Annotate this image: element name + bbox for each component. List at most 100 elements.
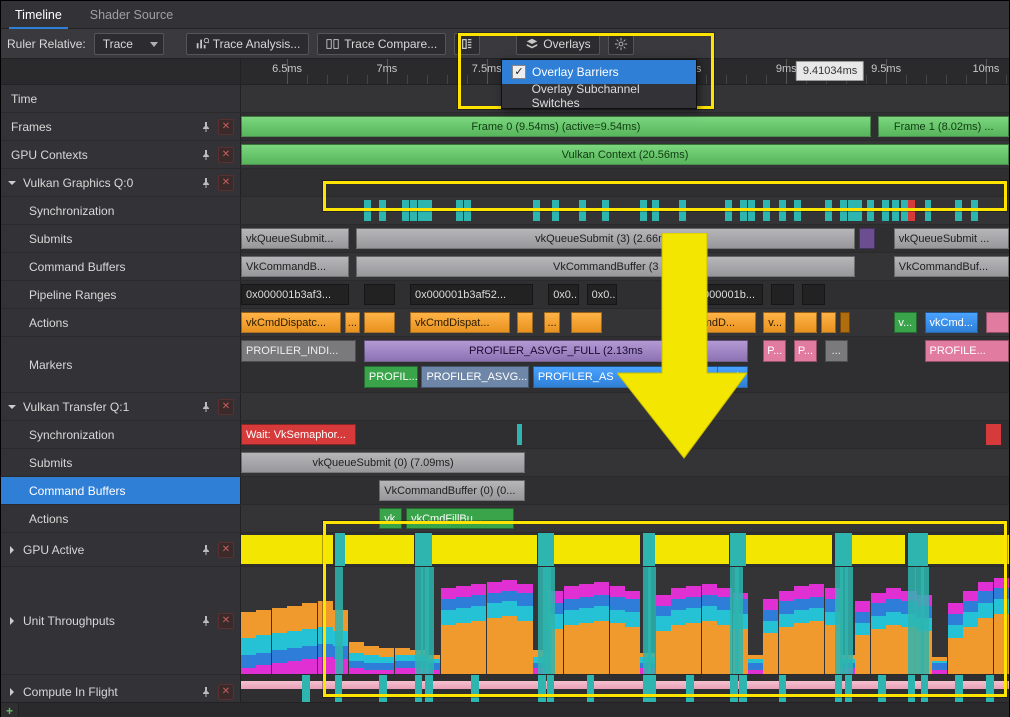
- overlays-settings-button[interactable]: [608, 33, 634, 55]
- chevron-down-icon[interactable]: [7, 402, 17, 412]
- cmdbuf-block[interactable]: VkCommandB...: [241, 256, 349, 277]
- pin-icon[interactable]: [198, 613, 214, 629]
- row-cmdbuf-t-lane[interactable]: VkCommandBuffer (0) (0...: [241, 477, 1009, 504]
- marker-block[interactable]: ...: [825, 340, 848, 362]
- row-actions-t-lane[interactable]: vk... vkCmdFillBu...: [241, 505, 1009, 532]
- trace-analysis-button[interactable]: Trace Analysis...: [186, 33, 310, 55]
- row-compute-lane[interactable]: [241, 675, 1009, 702]
- action-block[interactable]: vkCmd...: [925, 312, 979, 333]
- row-actions-lane[interactable]: vkCmdDispatc... ... vkCmdDispat... ... v…: [241, 309, 1009, 336]
- submit-block[interactable]: vkQueueSubmit...: [241, 228, 349, 249]
- frame-block-0[interactable]: Frame 0 (9.54ms) (active=9.54ms): [241, 116, 871, 137]
- pipeline-block[interactable]: 0x000001b3af52...: [410, 284, 533, 305]
- action-block[interactable]: [821, 312, 836, 333]
- marker-sub-block[interactable]: PROFILER_AS: [533, 366, 740, 388]
- overlay-barriers-item[interactable]: ✓ Overlay Barriers: [502, 60, 696, 84]
- marker-block[interactable]: P...: [794, 340, 817, 362]
- row-frames-lane[interactable]: Frame 0 (9.54ms) (active=9.54ms) Frame 1…: [241, 113, 1009, 140]
- row-pipeline-lane[interactable]: 0x000001b3af3... 0x000001b3af52... 0x0..…: [241, 281, 1009, 308]
- submit-block[interactable]: vkQueueSubmit ...: [894, 228, 1009, 249]
- row-unit-tp-lane[interactable]: [241, 567, 1009, 674]
- action-block[interactable]: [517, 312, 532, 333]
- marker-sub-block[interactable]: PROFILER_ASVG...: [421, 366, 529, 388]
- close-icon[interactable]: ✕: [218, 684, 234, 700]
- action-block[interactable]: ...: [345, 312, 360, 333]
- row-vt-label: Vulkan Transfer Q:1: [23, 400, 194, 414]
- pipeline-block[interactable]: 0x000001b...: [686, 284, 763, 305]
- add-row-button[interactable]: +: [1, 703, 19, 717]
- pin-icon[interactable]: [198, 147, 214, 163]
- pin-icon[interactable]: [198, 684, 214, 700]
- action-block[interactable]: ...: [544, 312, 559, 333]
- trace-compare-button[interactable]: Trace Compare...: [317, 33, 446, 55]
- row-sync-t-lane[interactable]: Wait: VkSemaphor...: [241, 421, 1009, 448]
- wait-block[interactable]: Wait: VkSemaphor...: [241, 424, 356, 445]
- ruler-relative-dropdown[interactable]: Trace: [94, 33, 164, 55]
- action-block[interactable]: [986, 312, 1009, 333]
- pin-icon[interactable]: [198, 399, 214, 415]
- marker-sub-block[interactable]: PROFIL...: [364, 366, 418, 388]
- marker-block[interactable]: PROFILER_ASVGF_FULL (2.13ms: [364, 340, 748, 362]
- overlays-button[interactable]: Overlays: [516, 33, 599, 55]
- chevron-down-icon[interactable]: [7, 178, 17, 188]
- row-markers-lane[interactable]: PROFILER_INDI... PROFILER_ASVGF_FULL (2.…: [241, 337, 1009, 392]
- frame-block-1[interactable]: Frame 1 (8.02ms) ...: [878, 116, 1009, 137]
- marker-block[interactable]: PROFILER_INDI...: [241, 340, 356, 362]
- chevron-right-icon[interactable]: [7, 545, 17, 555]
- context-block[interactable]: Vulkan Context (20.56ms): [241, 144, 1009, 165]
- tab-timeline[interactable]: Timeline: [1, 2, 76, 28]
- row-submits-lane[interactable]: vkQueueSubmit... vkQueueSubmit (3) (2.66…: [241, 225, 1009, 252]
- pipeline-block[interactable]: [771, 284, 794, 305]
- tab-shader-source[interactable]: Shader Source: [76, 2, 187, 28]
- chevron-right-icon[interactable]: [7, 687, 17, 697]
- pipeline-block[interactable]: [802, 284, 825, 305]
- overlay-subchannel-item[interactable]: Overlay Subchannel Switches: [502, 84, 696, 108]
- action-block[interactable]: vkCmdD...: [679, 312, 756, 333]
- row-actions-graphics: Actions vkCmdDispatc... ... vkCmdDispat.…: [1, 309, 1009, 337]
- row-compute: Compute In Flight ✕: [1, 675, 1009, 702]
- close-icon[interactable]: ✕: [218, 175, 234, 191]
- marker-block[interactable]: P...: [763, 340, 786, 362]
- pin-icon[interactable]: [198, 542, 214, 558]
- row-submits-t-lane[interactable]: vkQueueSubmit (0) (7.09ms): [241, 449, 1009, 476]
- action-block[interactable]: vkCmdFillBu...: [406, 508, 514, 529]
- toggle-layout-button[interactable]: [454, 33, 480, 55]
- pipeline-block[interactable]: 0x000001b3af3...: [241, 284, 349, 305]
- cmdbuf-block[interactable]: VkCommandBuffer (0) (0...: [379, 480, 525, 501]
- action-block[interactable]: vkCmdDispatc...: [241, 312, 341, 333]
- action-block[interactable]: v...: [894, 312, 917, 333]
- action-block[interactable]: [364, 312, 395, 333]
- cmdbuf-block[interactable]: VkCommandBuf...: [894, 256, 1009, 277]
- overlay-barriers-checkbox[interactable]: ✓: [512, 65, 526, 79]
- pipeline-block[interactable]: 0x0...: [548, 284, 579, 305]
- pipeline-block[interactable]: 0x0...: [587, 284, 618, 305]
- action-block[interactable]: vk...: [379, 508, 402, 529]
- close-icon[interactable]: ✕: [218, 147, 234, 163]
- action-block[interactable]: [794, 312, 817, 333]
- cmdbuf-block[interactable]: VkCommandBuffer (3: [356, 256, 855, 277]
- submit-block[interactable]: [859, 228, 874, 249]
- action-block[interactable]: [840, 312, 850, 333]
- action-block[interactable]: [571, 312, 602, 333]
- marker-sub-block[interactable]: ms): [717, 366, 748, 388]
- marker-block[interactable]: PROFILE...: [925, 340, 1009, 362]
- row-gpu-active-lane[interactable]: [241, 533, 1009, 566]
- close-icon[interactable]: ✕: [218, 542, 234, 558]
- row-vulkan-transfer: Vulkan Transfer Q:1 ✕: [1, 393, 1009, 421]
- submit-block[interactable]: vkQueueSubmit (3) (2.66ms): [356, 228, 855, 249]
- row-cmdbuf-lane[interactable]: VkCommandB... VkCommandBuffer (3 VkComma…: [241, 253, 1009, 280]
- close-icon[interactable]: ✕: [218, 613, 234, 629]
- close-icon[interactable]: ✕: [218, 399, 234, 415]
- submit-block[interactable]: vkQueueSubmit (0) (7.09ms): [241, 452, 525, 473]
- pin-icon[interactable]: [198, 119, 214, 135]
- pin-icon[interactable]: [198, 175, 214, 191]
- row-gpu-contexts-lane[interactable]: Vulkan Context (20.56ms): [241, 141, 1009, 168]
- action-block[interactable]: vkCmdDispat...: [410, 312, 510, 333]
- pipeline-block[interactable]: [364, 284, 395, 305]
- chevron-right-icon[interactable]: [7, 616, 17, 626]
- row-sync-lane[interactable]: [241, 197, 1009, 224]
- row-vt-lane[interactable]: [241, 393, 1009, 420]
- close-icon[interactable]: ✕: [218, 119, 234, 135]
- row-vg-lane[interactable]: [241, 169, 1009, 196]
- action-block[interactable]: v...: [763, 312, 786, 333]
